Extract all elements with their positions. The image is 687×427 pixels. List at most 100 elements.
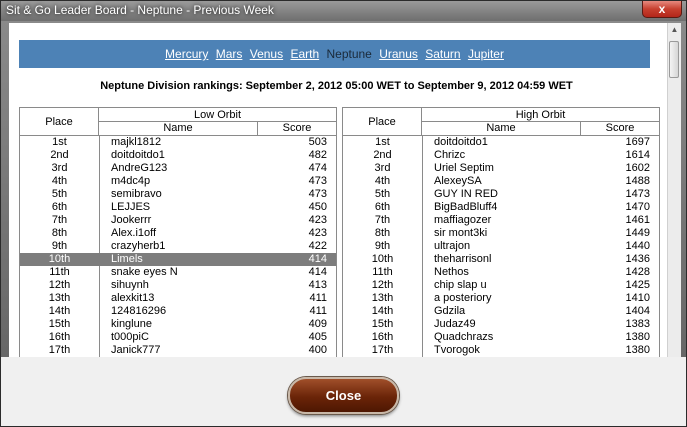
score-cell: 1383 [625, 318, 650, 330]
name-cell: majkl1812 [111, 136, 162, 148]
table-row[interactable]: 17th Tvorogok 1380 [343, 344, 659, 357]
table-row[interactable]: 3rd AndreG123 474 [20, 162, 336, 175]
place-cell: 17th [371, 344, 394, 356]
name-cell: Jookerrr [111, 214, 152, 226]
place-header: Place [20, 108, 99, 136]
score-cell: 1425 [625, 279, 650, 291]
name-cell: AndreG123 [111, 162, 168, 174]
place-cell: 9th [51, 240, 68, 252]
score-header: Score [581, 122, 659, 136]
window-title: Sit & Go Leader Board - Neptune - Previo… [6, 3, 274, 17]
name-cell: doitdoitdo1 [434, 136, 488, 148]
table-row[interactable]: 2nd Chrizc 1614 [343, 149, 659, 162]
table-row[interactable]: 12th sihuynh 413 [20, 279, 336, 292]
name-cell: a posteriory [434, 292, 492, 304]
table-row[interactable]: 16th t000piC 405 [20, 331, 336, 344]
table-row[interactable]: 1st majkl1812 503 [20, 136, 336, 149]
name-cell: crazyherb1 [111, 240, 166, 252]
name-header: Name [99, 122, 258, 136]
footer: Close [1, 357, 686, 426]
score-cell: 413 [308, 279, 327, 291]
name-cell: 124816296 [111, 305, 167, 317]
place-cell: 10th [371, 253, 394, 265]
table-row[interactable]: 11th snake eyes N 414 [20, 266, 336, 279]
score-cell: 450 [308, 201, 327, 213]
table-row[interactable]: 10th Limels 414 [20, 253, 336, 266]
name-cell: Limels [111, 253, 143, 265]
title-bar[interactable]: Sit & Go Leader Board - Neptune - Previo… [1, 1, 686, 21]
name-cell: semibravo [111, 188, 162, 200]
table-row[interactable]: 9th crazyherb1 422 [20, 240, 336, 253]
name-cell: GUY IN RED [434, 188, 498, 200]
table-row[interactable]: 5th GUY IN RED 1473 [343, 188, 659, 201]
table-row[interactable]: 14th Gdzila 1404 [343, 305, 659, 318]
score-cell: 1380 [625, 344, 650, 356]
name-cell: Judaz49 [434, 318, 476, 330]
table-row[interactable]: 13th alexkit13 411 [20, 292, 336, 305]
planet-link-venus[interactable]: Venus [250, 47, 283, 61]
table-row[interactable]: 15th kinglune 409 [20, 318, 336, 331]
planet-link-earth[interactable]: Earth [290, 47, 319, 61]
close-button[interactable]: Close [288, 377, 399, 414]
table-row[interactable]: 4th m4dc4p 473 [20, 175, 336, 188]
table-row[interactable]: 15th Judaz49 1383 [343, 318, 659, 331]
scroll-thumb[interactable] [669, 41, 679, 78]
division-heading: Neptune Division rankings: September 2, … [100, 80, 573, 92]
score-cell: 414 [308, 253, 327, 265]
name-cell: LEJJES [111, 201, 151, 213]
name-cell: doitdoitdo1 [111, 149, 165, 161]
score-cell: 411 [309, 305, 327, 317]
planet-link-uranus[interactable]: Uranus [379, 47, 418, 61]
window-close-button[interactable]: x [642, 1, 682, 18]
planet-link-mercury[interactable]: Mercury [165, 47, 208, 61]
name-cell: Tvorogok [434, 344, 480, 356]
name-cell: theharrisonl [434, 253, 492, 265]
score-cell: 1697 [625, 136, 650, 148]
score-cell: 414 [308, 266, 327, 278]
high-orbit-header: High Orbit [422, 108, 659, 122]
table-row[interactable]: 13th a posteriory 1410 [343, 292, 659, 305]
table-row[interactable]: 8th sir mont3ki 1449 [343, 227, 659, 240]
table-row[interactable]: 2nd doitdoitdo1 482 [20, 149, 336, 162]
score-cell: 1449 [625, 227, 650, 239]
table-row[interactable]: 17th Janick777 400 [20, 344, 336, 357]
place-cell: 16th [371, 331, 394, 343]
table-row[interactable]: 6th LEJJES 450 [20, 201, 336, 214]
score-cell: 482 [308, 149, 327, 161]
table-row[interactable]: 16th Quadchrazs 1380 [343, 331, 659, 344]
place-header: Place [343, 108, 422, 136]
place-cell: 16th [48, 331, 71, 343]
vertical-scrollbar[interactable]: ▲ [667, 23, 681, 357]
name-cell: m4dc4p [111, 175, 151, 187]
planet-link-jupiter[interactable]: Jupiter [468, 47, 504, 61]
planet-link-mars[interactable]: Mars [216, 47, 243, 61]
low-orbit-header: Low Orbit [99, 108, 336, 122]
score-cell: 1436 [625, 253, 650, 265]
table-row[interactable]: 12th chip slap u 1425 [343, 279, 659, 292]
table-row[interactable]: 6th BigBadBluff4 1470 [343, 201, 659, 214]
table-row[interactable]: 1st doitdoitdo1 1697 [343, 136, 659, 149]
score-cell: 411 [309, 292, 327, 304]
place-cell: 10th [48, 253, 71, 265]
table-row[interactable]: 3rd Uriel Septim 1602 [343, 162, 659, 175]
table-row[interactable]: 7th Jookerrr 423 [20, 214, 336, 227]
table-row[interactable]: 5th semibravo 473 [20, 188, 336, 201]
place-cell: 11th [49, 266, 70, 278]
place-cell: 2nd [50, 149, 69, 161]
table-row[interactable]: 9th ultrajon 1440 [343, 240, 659, 253]
name-cell: Nethos [434, 266, 469, 278]
planet-link-saturn[interactable]: Saturn [425, 47, 460, 61]
name-cell: Alex.i1off [111, 227, 157, 239]
place-cell: 5th [51, 188, 68, 200]
table-row[interactable]: 14th 124816296 411 [20, 305, 336, 318]
table-row[interactable]: 8th Alex.i1off 423 [20, 227, 336, 240]
place-cell: 8th [374, 227, 391, 239]
name-cell: Janick777 [111, 344, 161, 356]
table-row[interactable]: 4th AlexeySA 1488 [343, 175, 659, 188]
score-cell: 1470 [625, 201, 650, 213]
table-row[interactable]: 11th Nethos 1428 [343, 266, 659, 279]
low-orbit-rows: 1st majkl1812 503 2nd doitdoitdo1 482 3rd Andre… [20, 136, 336, 357]
table-row[interactable]: 7th maffiagozer 1461 [343, 214, 659, 227]
scroll-up-arrow-icon[interactable]: ▲ [668, 23, 681, 37]
table-row[interactable]: 10th theharrisonl 1436 [343, 253, 659, 266]
